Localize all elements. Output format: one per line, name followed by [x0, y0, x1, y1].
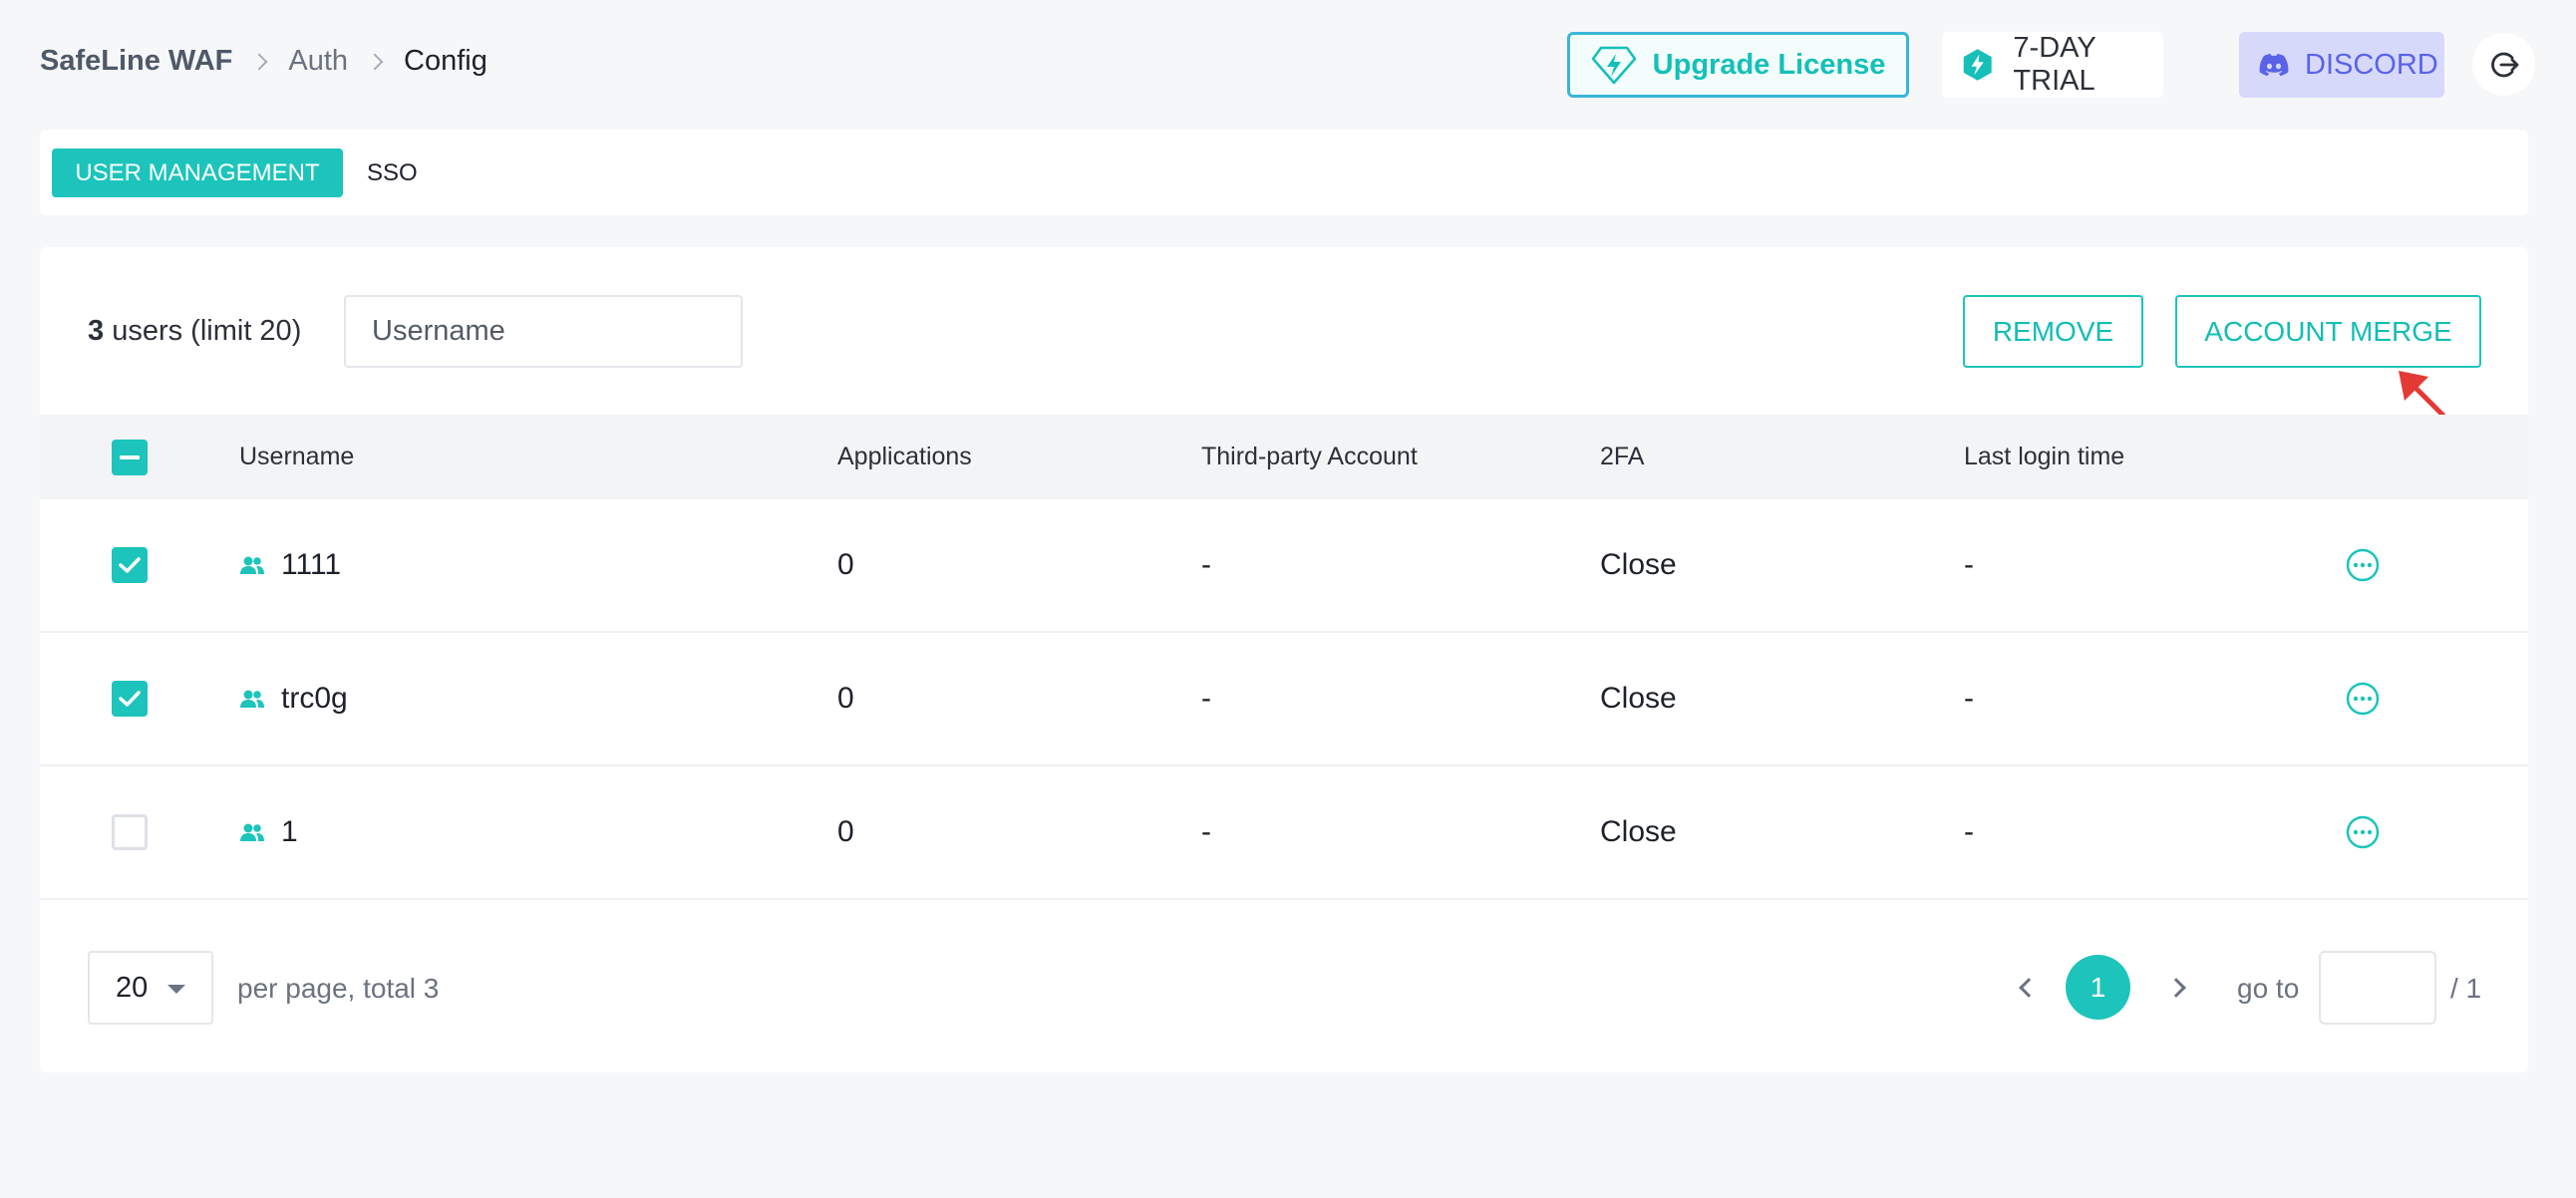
- third-party-cell: -: [1201, 815, 1211, 848]
- logout-icon: [2490, 52, 2518, 77]
- top-header: SafeLine WAF Auth Config Upgrade License…: [40, 0, 2535, 130]
- breadcrumb-auth[interactable]: Auth: [288, 45, 348, 78]
- caret-down-icon: [167, 985, 185, 994]
- row-checkbox-cell: [112, 499, 148, 631]
- third-party-cell: -: [1201, 548, 1211, 581]
- breadcrumb: SafeLine WAF Auth Config: [40, 45, 487, 78]
- username-cell: trc0g: [239, 633, 348, 764]
- username-text: 1: [281, 815, 298, 848]
- username-text: trc0g: [281, 682, 348, 715]
- total-pages: / 1: [2450, 973, 2482, 1004]
- username-cell: 1: [239, 766, 298, 898]
- tabs-bar: USER MANAGEMENT SSO: [40, 130, 2528, 215]
- column-applications: Applications: [837, 443, 972, 470]
- goto-page-input[interactable]: [2319, 951, 2436, 1025]
- check-icon: [119, 691, 141, 707]
- user-count-number: 3: [88, 315, 105, 347]
- chevron-right-icon: [348, 47, 404, 77]
- column-2fa: 2FA: [1600, 443, 1645, 470]
- more-icon[interactable]: [2345, 681, 2381, 717]
- page-current[interactable]: 1: [2066, 955, 2130, 1020]
- column-third-party-account: Third-party Account: [1201, 443, 1418, 470]
- row-checkbox[interactable]: [112, 681, 148, 717]
- select-all-cell: [112, 415, 148, 499]
- table-row: trc0g 0 - Close -: [40, 633, 2528, 766]
- table-row: 1 0 - Close -: [40, 766, 2528, 900]
- row-checkbox[interactable]: [112, 547, 148, 583]
- chevron-right-icon: [232, 47, 288, 77]
- username-cell: 1111: [239, 499, 341, 631]
- last-login-cell: -: [1964, 682, 1974, 715]
- row-actions-cell: [2345, 766, 2381, 898]
- upgrade-license-label: Upgrade License: [1652, 48, 1886, 81]
- more-icon[interactable]: [2345, 547, 2381, 583]
- tab-sso[interactable]: SSO: [367, 149, 418, 197]
- logout-button[interactable]: [2472, 33, 2535, 96]
- chevron-right-icon[interactable]: [2167, 975, 2191, 999]
- remove-button[interactable]: REMOVE: [1963, 295, 2143, 368]
- users-icon: [240, 690, 264, 708]
- last-login-cell: -: [1964, 548, 1974, 581]
- chevron-left-icon[interactable]: [2014, 975, 2038, 999]
- tab-user-management[interactable]: USER MANAGEMENT: [52, 149, 343, 197]
- trial-label: 7-DAY TRIAL: [2013, 32, 2096, 97]
- twofa-cell: Close: [1600, 682, 1677, 715]
- breadcrumb-current: Config: [404, 45, 487, 77]
- row-actions-cell: [2345, 633, 2381, 764]
- discord-icon: [2259, 54, 2289, 77]
- row-checkbox-cell: [112, 766, 148, 898]
- page-size-value: 20: [116, 971, 149, 1004]
- diamond-bolt-icon: [1591, 46, 1636, 85]
- twofa-cell: Close: [1600, 548, 1677, 581]
- discord-button[interactable]: DISCORD: [2239, 32, 2444, 98]
- discord-label: DISCORD: [2305, 48, 2438, 81]
- username-text: 1111: [281, 548, 342, 581]
- check-icon: [119, 557, 141, 573]
- pagination-info: per page, total 3: [237, 973, 440, 1004]
- row-checkbox[interactable]: [112, 814, 148, 850]
- column-username: Username: [239, 443, 355, 470]
- third-party-cell: -: [1201, 682, 1211, 715]
- users-icon: [240, 556, 264, 574]
- user-count: 3 users (limit 20): [88, 315, 301, 348]
- goto-label: go to: [2237, 973, 2300, 1004]
- applications-cell: 0: [837, 682, 854, 715]
- table-row: 1111 0 - Close -: [40, 499, 2528, 633]
- trial-bolt-icon: [1963, 49, 1992, 81]
- breadcrumb-root[interactable]: SafeLine WAF: [40, 45, 232, 78]
- twofa-cell: Close: [1600, 815, 1677, 848]
- row-actions-cell: [2345, 499, 2381, 631]
- applications-cell: 0: [837, 548, 854, 581]
- more-icon[interactable]: [2345, 814, 2381, 850]
- table-header: Username Applications Third-party Accoun…: [40, 415, 2528, 499]
- users-icon: [240, 823, 264, 841]
- user-count-suffix: users (limit 20): [112, 315, 302, 347]
- upgrade-license-button[interactable]: Upgrade License: [1567, 32, 1909, 98]
- row-checkbox-cell: [112, 633, 148, 764]
- page-size-select[interactable]: 20: [88, 951, 213, 1025]
- last-login-cell: -: [1964, 815, 1974, 848]
- column-last-login-time: Last login time: [1964, 443, 2125, 470]
- account-merge-button[interactable]: ACCOUNT MERGE: [2175, 295, 2481, 368]
- user-management-panel: 3 users (limit 20) REMOVE ACCOUNT MERGE …: [40, 247, 2528, 1072]
- username-search-input[interactable]: [344, 295, 743, 368]
- applications-cell: 0: [837, 815, 854, 848]
- trial-button[interactable]: 7-DAY TRIAL: [1942, 32, 2163, 98]
- select-all-checkbox[interactable]: [112, 439, 148, 475]
